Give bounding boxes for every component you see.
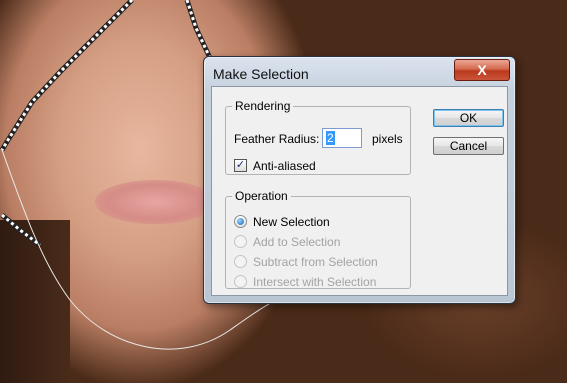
new-selection-label: New Selection (253, 215, 330, 229)
new-selection-radio[interactable] (234, 215, 247, 228)
feather-radius-label: Feather Radius: (234, 132, 320, 146)
add-to-selection-radio[interactable] (234, 235, 247, 248)
operation-group: Operation New Selection Add to Selection… (225, 189, 411, 289)
dialog-body: Rendering Feather Radius: 2 pixels ✓ Ant… (211, 86, 508, 296)
intersect-with-selection-label: Intersect with Selection (253, 275, 377, 289)
dialog-title: Make Selection (213, 66, 309, 82)
rendering-group: Rendering Feather Radius: 2 pixels ✓ Ant… (225, 99, 411, 175)
feather-radius-input[interactable]: 2 (322, 128, 362, 148)
make-selection-dialog: Make Selection X Rendering Feather Radiu… (203, 56, 516, 304)
path-segment-left (0, 0, 134, 152)
feather-radius-value: 2 (326, 131, 335, 145)
feather-unit-label: pixels (372, 132, 403, 146)
ok-button[interactable]: OK (433, 109, 504, 127)
close-button[interactable]: X (454, 59, 510, 81)
rendering-legend: Rendering (235, 99, 291, 113)
antialiased-label: Anti-aliased (253, 159, 316, 173)
intersect-with-selection-radio[interactable] (234, 275, 247, 288)
subtract-from-selection-label: Subtract from Selection (253, 255, 378, 269)
operation-legend: Operation (235, 189, 288, 203)
cancel-button[interactable]: Cancel (433, 137, 504, 155)
subtract-from-selection-radio[interactable] (234, 255, 247, 268)
path-segment-right (184, 0, 213, 60)
add-to-selection-label: Add to Selection (253, 235, 341, 249)
antialiased-checkbox[interactable]: ✓ (234, 159, 247, 172)
